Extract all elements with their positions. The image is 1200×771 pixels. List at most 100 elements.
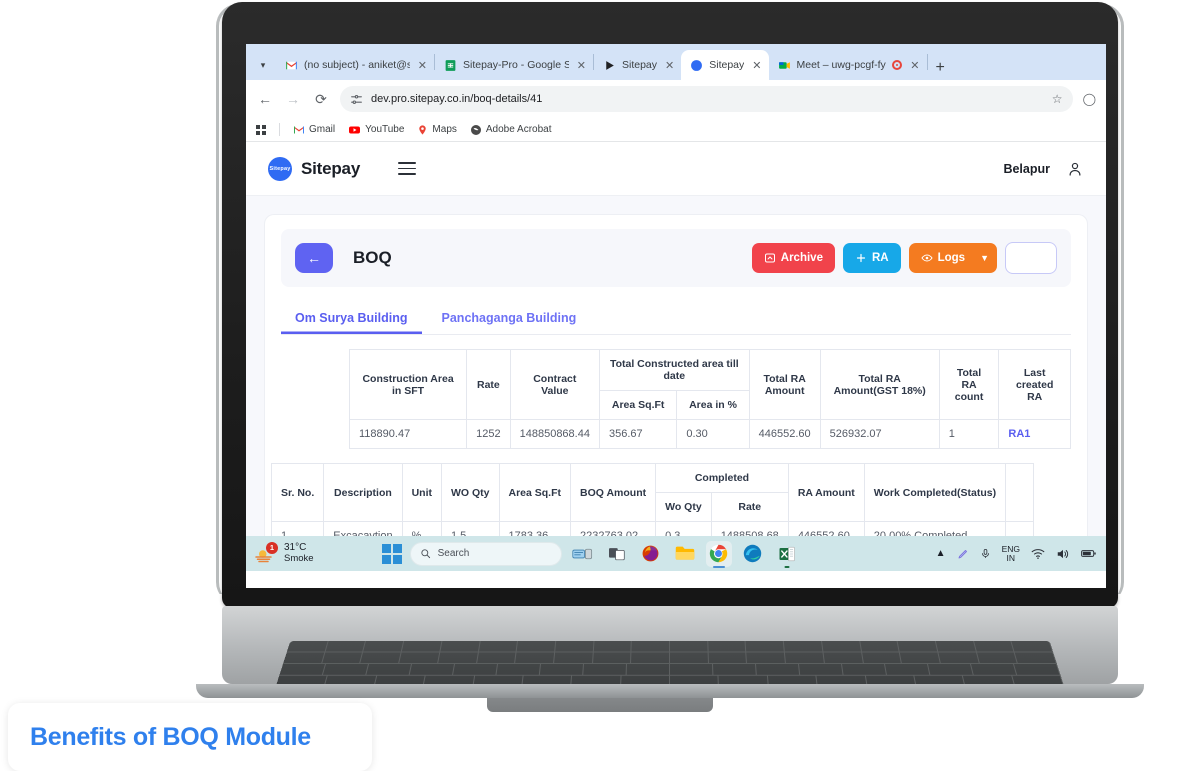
tab-close-icon[interactable]: ✕: [665, 59, 674, 72]
google-chrome-icon[interactable]: [705, 540, 732, 568]
app-viewport: Sitepay Sitepay Belapur ← BOQ Archive RA…: [246, 142, 1106, 571]
col-group-total-constructed-area: Total Constructed area till date: [598, 349, 750, 391]
col-ra-amount: RA Amount: [787, 463, 865, 522]
cell-last-created-ra[interactable]: RA1: [998, 419, 1071, 449]
apps-grid-icon[interactable]: [256, 124, 266, 135]
speaker-icon[interactable]: [1056, 548, 1070, 560]
keyboard-row: [279, 664, 1061, 676]
building-tabs: Om Surya Building Panchaganga Building: [281, 305, 1071, 335]
browser-tab[interactable]: Sitepay-Pro - Google Sh ✕: [435, 50, 593, 80]
battery-icon[interactable]: [1081, 548, 1096, 559]
new-tab-button[interactable]: +: [928, 60, 953, 80]
hamburger-menu-icon[interactable]: [398, 162, 417, 175]
address-bar[interactable]: dev.pro.sitepay.co.in/boq-details/41 ☆: [340, 86, 1073, 112]
microsoft-excel-icon[interactable]: [774, 541, 800, 568]
windows-taskbar: 1 31°C Smoke Search ▲ ENG IN: [246, 536, 1106, 571]
tab-recording-indicator-icon: [892, 60, 903, 70]
browser-tab[interactable]: (no subject) - aniket@sit ✕: [276, 50, 434, 80]
gmail-icon: [294, 126, 304, 133]
back-button[interactable]: ←: [295, 243, 333, 273]
cell-area-sqft: 356.67: [598, 419, 678, 449]
taskbar-weather-widget[interactable]: 1 31°C Smoke: [252, 541, 314, 566]
browser-tab[interactable]: Meet – uwg-pcgf-fyx ✕: [769, 50, 927, 80]
detail-table-head: Sr. No. Description Unit WO Qty Area Sq.…: [270, 463, 1035, 522]
tab-panchaganga-building[interactable]: Panchaganga Building: [428, 305, 591, 334]
tab-search-chevron-down-icon[interactable]: ▾: [250, 50, 276, 80]
col-rate: Rate: [466, 349, 511, 420]
tab-title: Sitepay: [709, 59, 745, 71]
taskbar-search-input[interactable]: Search: [409, 541, 562, 566]
col-detail-overflow: [1005, 463, 1035, 522]
chevron-down-icon: ▼: [980, 253, 989, 263]
summary-table-body: 118890.47 1252 148850868.44 356.67 0.30 …: [348, 419, 1071, 449]
adobe-acrobat-icon: [470, 124, 481, 135]
back-navigation-icon[interactable]: ←: [256, 91, 274, 107]
google-maps-icon: [419, 124, 427, 135]
tab-om-surya-building[interactable]: Om Surya Building: [281, 305, 422, 334]
extensions-puzzle-icon[interactable]: ◯: [1083, 92, 1096, 106]
boq-page-card: ← BOQ Archive RA Logs ▼ Om Surya Buildin…: [264, 214, 1088, 571]
widgets-icon[interactable]: [570, 541, 596, 567]
weather-text: 31°C Smoke: [284, 542, 314, 565]
logs-dropdown-button[interactable]: Logs ▼: [908, 243, 997, 273]
site-settings-tune-icon[interactable]: [350, 93, 363, 106]
bookmark-gmail[interactable]: Gmail: [293, 124, 335, 136]
language-indicator[interactable]: ENG IN: [1002, 544, 1020, 563]
tab-close-icon[interactable]: ✕: [910, 59, 919, 72]
cell-total-ra-count: 1: [938, 419, 1000, 449]
summary-table-head: Construction Area in SFT Rate Contract V…: [348, 349, 1071, 420]
tab-title: Sitepay: [622, 59, 658, 71]
add-ra-button-label: RA: [871, 252, 889, 264]
windows-start-icon[interactable]: [381, 543, 402, 564]
forward-navigation-icon[interactable]: →: [284, 91, 302, 107]
logs-button-label: Logs: [937, 252, 966, 264]
language-region: IN: [1006, 552, 1016, 563]
app-header: Sitepay Sitepay Belapur: [246, 142, 1106, 196]
task-view-icon[interactable]: [604, 541, 630, 567]
page-title: BOQ: [353, 248, 392, 267]
taskbar-search-placeholder: Search: [437, 548, 470, 559]
bookmark-maps[interactable]: Maps: [417, 124, 457, 136]
microphone-icon[interactable]: [980, 547, 991, 560]
wifi-icon[interactable]: [1031, 548, 1045, 560]
browser-toolbar: ← → ⟳ dev.pro.sitepay.co.in/boq-details/…: [246, 80, 1106, 118]
more-actions-button[interactable]: [1005, 242, 1057, 274]
running-indicator: [712, 565, 725, 568]
pen-icon[interactable]: [957, 548, 969, 560]
search-icon: [420, 549, 430, 559]
browser-tab[interactable]: Sitepay ✕: [594, 50, 681, 80]
bookmark-youtube[interactable]: YouTube: [348, 124, 404, 136]
summary-header-row-1: Construction Area in SFT Rate Contract V…: [348, 349, 1071, 420]
chevron-up-icon[interactable]: ▲: [936, 548, 946, 559]
tab-close-icon[interactable]: ✕: [577, 59, 586, 72]
reload-icon[interactable]: ⟳: [312, 91, 330, 108]
bookmark-adobe-acrobat[interactable]: Adobe Acrobat: [470, 124, 552, 136]
microsoft-edge-icon[interactable]: [740, 541, 766, 567]
col-wo-qty: WO Qty: [441, 463, 500, 522]
google-sheets-icon: [445, 59, 456, 71]
google-chrome-glyph: [709, 544, 728, 563]
user-account-icon[interactable]: [1066, 160, 1084, 178]
file-explorer-icon[interactable]: [672, 541, 698, 567]
cell-construction-area: 118890.47: [348, 419, 468, 449]
cell-area-percent: 0.30: [676, 419, 750, 449]
bookmark-label: Adobe Acrobat: [485, 124, 552, 135]
tab-close-icon[interactable]: ✕: [752, 59, 761, 72]
col-area-percent: Area in %: [676, 390, 750, 420]
microsoft-365-glyph: [642, 545, 659, 562]
col-total-ra-amount: Total RA Amount: [748, 349, 821, 420]
brand[interactable]: Sitepay Sitepay: [268, 156, 360, 181]
add-ra-button[interactable]: RA: [842, 243, 901, 273]
task-view-glyph: [608, 547, 625, 560]
bookmark-star-icon[interactable]: ☆: [1052, 92, 1063, 106]
header-right: Belapur: [1003, 160, 1084, 178]
microsoft-excel-glyph: [779, 546, 795, 561]
weather-notification-count: 1: [266, 541, 278, 554]
running-indicator: [784, 565, 790, 568]
archive-button[interactable]: Archive: [751, 243, 835, 273]
url-text: dev.pro.sitepay.co.in/boq-details/41: [371, 93, 543, 105]
microsoft-365-icon[interactable]: [638, 541, 664, 567]
browser-tab-active[interactable]: Sitepay ✕: [681, 50, 769, 80]
tab-close-icon[interactable]: ✕: [418, 59, 427, 72]
col-completed-rate: Rate: [710, 492, 789, 522]
